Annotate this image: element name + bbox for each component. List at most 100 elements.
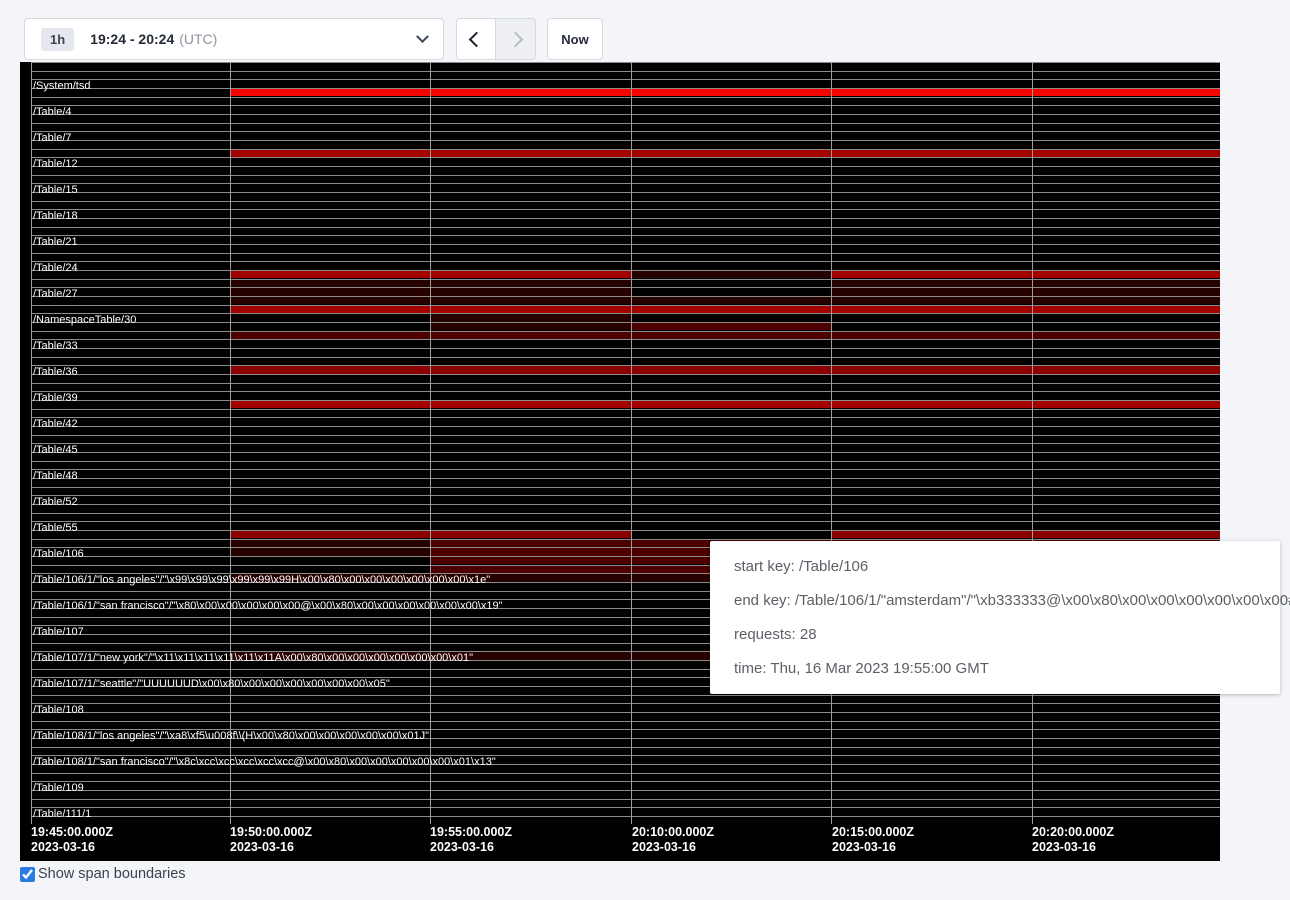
span-label: /Table/107/1/"new york"/"\x11\x11\x11\x1… (33, 652, 473, 664)
span-boundary-line (31, 201, 1220, 202)
span-boundary-line (31, 807, 1220, 808)
heat-band (831, 297, 1032, 304)
span-label: /Table/52 (33, 496, 78, 508)
now-button[interactable]: Now (547, 18, 603, 60)
x-axis-tick: 20:10:00.000Z2023-03-16 (632, 825, 714, 855)
span-boundary-line (31, 157, 1220, 158)
time-gridline (230, 62, 231, 824)
span-boundary-line (31, 721, 1220, 722)
span-boundary-line (31, 426, 1220, 427)
heat-band (831, 89, 1032, 96)
tooltip-start-key: start key: /Table/106 (734, 556, 1256, 578)
heat-band (430, 323, 631, 330)
x-axis-tick: 19:50:00.000Z2023-03-16 (230, 825, 312, 855)
heat-band (1032, 366, 1220, 373)
span-boundary-line (31, 62, 1220, 63)
heat-band (430, 306, 631, 313)
heat-band (1032, 332, 1220, 339)
span-boundary-line (31, 79, 1220, 80)
heat-band (831, 280, 1032, 287)
span-boundary-line (31, 409, 1220, 410)
x-axis-tick-time: 20:10:00.000Z (632, 825, 714, 840)
span-label: /Table/107 (33, 626, 84, 638)
heat-band (430, 288, 631, 295)
span-boundary-line (31, 747, 1220, 748)
prev-range-button[interactable] (457, 19, 496, 59)
heat-band (230, 89, 430, 96)
time-nav-group (456, 18, 536, 60)
span-boundary-line (31, 227, 1220, 228)
heat-band (1032, 306, 1220, 313)
span-label: /Table/39 (33, 392, 78, 404)
span-boundary-line (31, 435, 1220, 436)
span-label: /Table/111/1 (33, 808, 91, 820)
span-label: /Table/15 (33, 184, 78, 196)
time-gridline (31, 62, 32, 824)
heat-band (430, 89, 631, 96)
span-label: /Table/108 (33, 704, 84, 716)
x-axis-tick: 19:55:00.000Z2023-03-16 (430, 825, 512, 855)
span-label: /Table/106/1/"los angeles"/"\x99\x99\x99… (33, 574, 490, 586)
x-axis-tick-time: 20:15:00.000Z (832, 825, 914, 840)
span-boundary-line (31, 495, 1220, 496)
heat-band (1032, 280, 1220, 287)
heat-band (631, 323, 831, 330)
span-boundary-line (31, 443, 1220, 444)
span-label: /NamespaceTable/30 (33, 314, 136, 326)
heat-band (1032, 89, 1220, 96)
heat-band (430, 557, 631, 564)
x-axis-tick-date: 2023-03-16 (430, 840, 512, 855)
span-label: /Table/36 (33, 366, 78, 378)
x-axis-tick-date: 2023-03-16 (31, 840, 113, 855)
span-boundary-line (31, 530, 1220, 531)
key-visualizer-canvas[interactable]: /System/tsd/Table/4/Table/7/Table/12/Tab… (20, 62, 1220, 861)
time-gridline (631, 62, 632, 824)
range-timezone: (UTC) (179, 31, 217, 47)
span-label: /Table/48 (33, 470, 78, 482)
span-boundary-line (31, 391, 1220, 392)
span-boundary-line (31, 123, 1220, 124)
span-boundary-line (31, 487, 1220, 488)
x-axis-tick-time: 19:55:00.000Z (430, 825, 512, 840)
span-boundary-line (31, 417, 1220, 418)
show-span-boundaries-checkbox[interactable] (20, 867, 35, 882)
span-boundary-line (31, 175, 1220, 176)
span-label: /Table/45 (33, 444, 78, 456)
tooltip-requests: requests: 28 (734, 624, 1256, 646)
span-boundary-line (31, 383, 1220, 384)
heat-band (631, 150, 831, 157)
heat-band (831, 306, 1032, 313)
span-boundary-line (31, 365, 1220, 366)
x-axis-tick-time: 19:45:00.000Z (31, 825, 113, 840)
heat-band (1032, 297, 1220, 304)
heat-band (831, 366, 1032, 373)
heat-band (430, 280, 631, 287)
span-label: /Table/106/1/"san francisco"/"\x80\x00\x… (33, 600, 503, 612)
next-range-button[interactable] (496, 19, 535, 59)
range-duration-badge: 1h (41, 28, 74, 51)
x-axis-tick-time: 20:20:00.000Z (1032, 825, 1114, 840)
heat-band (430, 297, 631, 304)
span-boundary-line (31, 400, 1220, 401)
span-boundary-line (31, 244, 1220, 245)
span-label: /Table/27 (33, 288, 78, 300)
span-boundary-line (31, 305, 1220, 306)
heat-band (831, 401, 1032, 408)
span-boundary-line (31, 88, 1220, 89)
heat-band (430, 366, 631, 373)
x-axis-tick-date: 2023-03-16 (632, 840, 714, 855)
span-boundary-line (31, 521, 1220, 522)
heat-band (1032, 401, 1220, 408)
heat-band (430, 314, 631, 321)
heat-band (230, 548, 430, 555)
span-label: /System/tsd (33, 80, 90, 92)
span-boundary-line (31, 452, 1220, 453)
tooltip-time: time: Thu, 16 Mar 2023 19:55:00 GMT (734, 658, 1256, 680)
span-boundary-line (31, 97, 1220, 98)
time-range-selector[interactable]: 1h 19:24 - 20:24 (UTC) (24, 18, 444, 60)
heat-band (831, 288, 1032, 295)
heat-band (831, 332, 1032, 339)
heat-band (430, 332, 631, 339)
span-label: /Table/7 (33, 132, 72, 144)
time-toolbar: 1h 19:24 - 20:24 (UTC) Now (24, 18, 603, 60)
